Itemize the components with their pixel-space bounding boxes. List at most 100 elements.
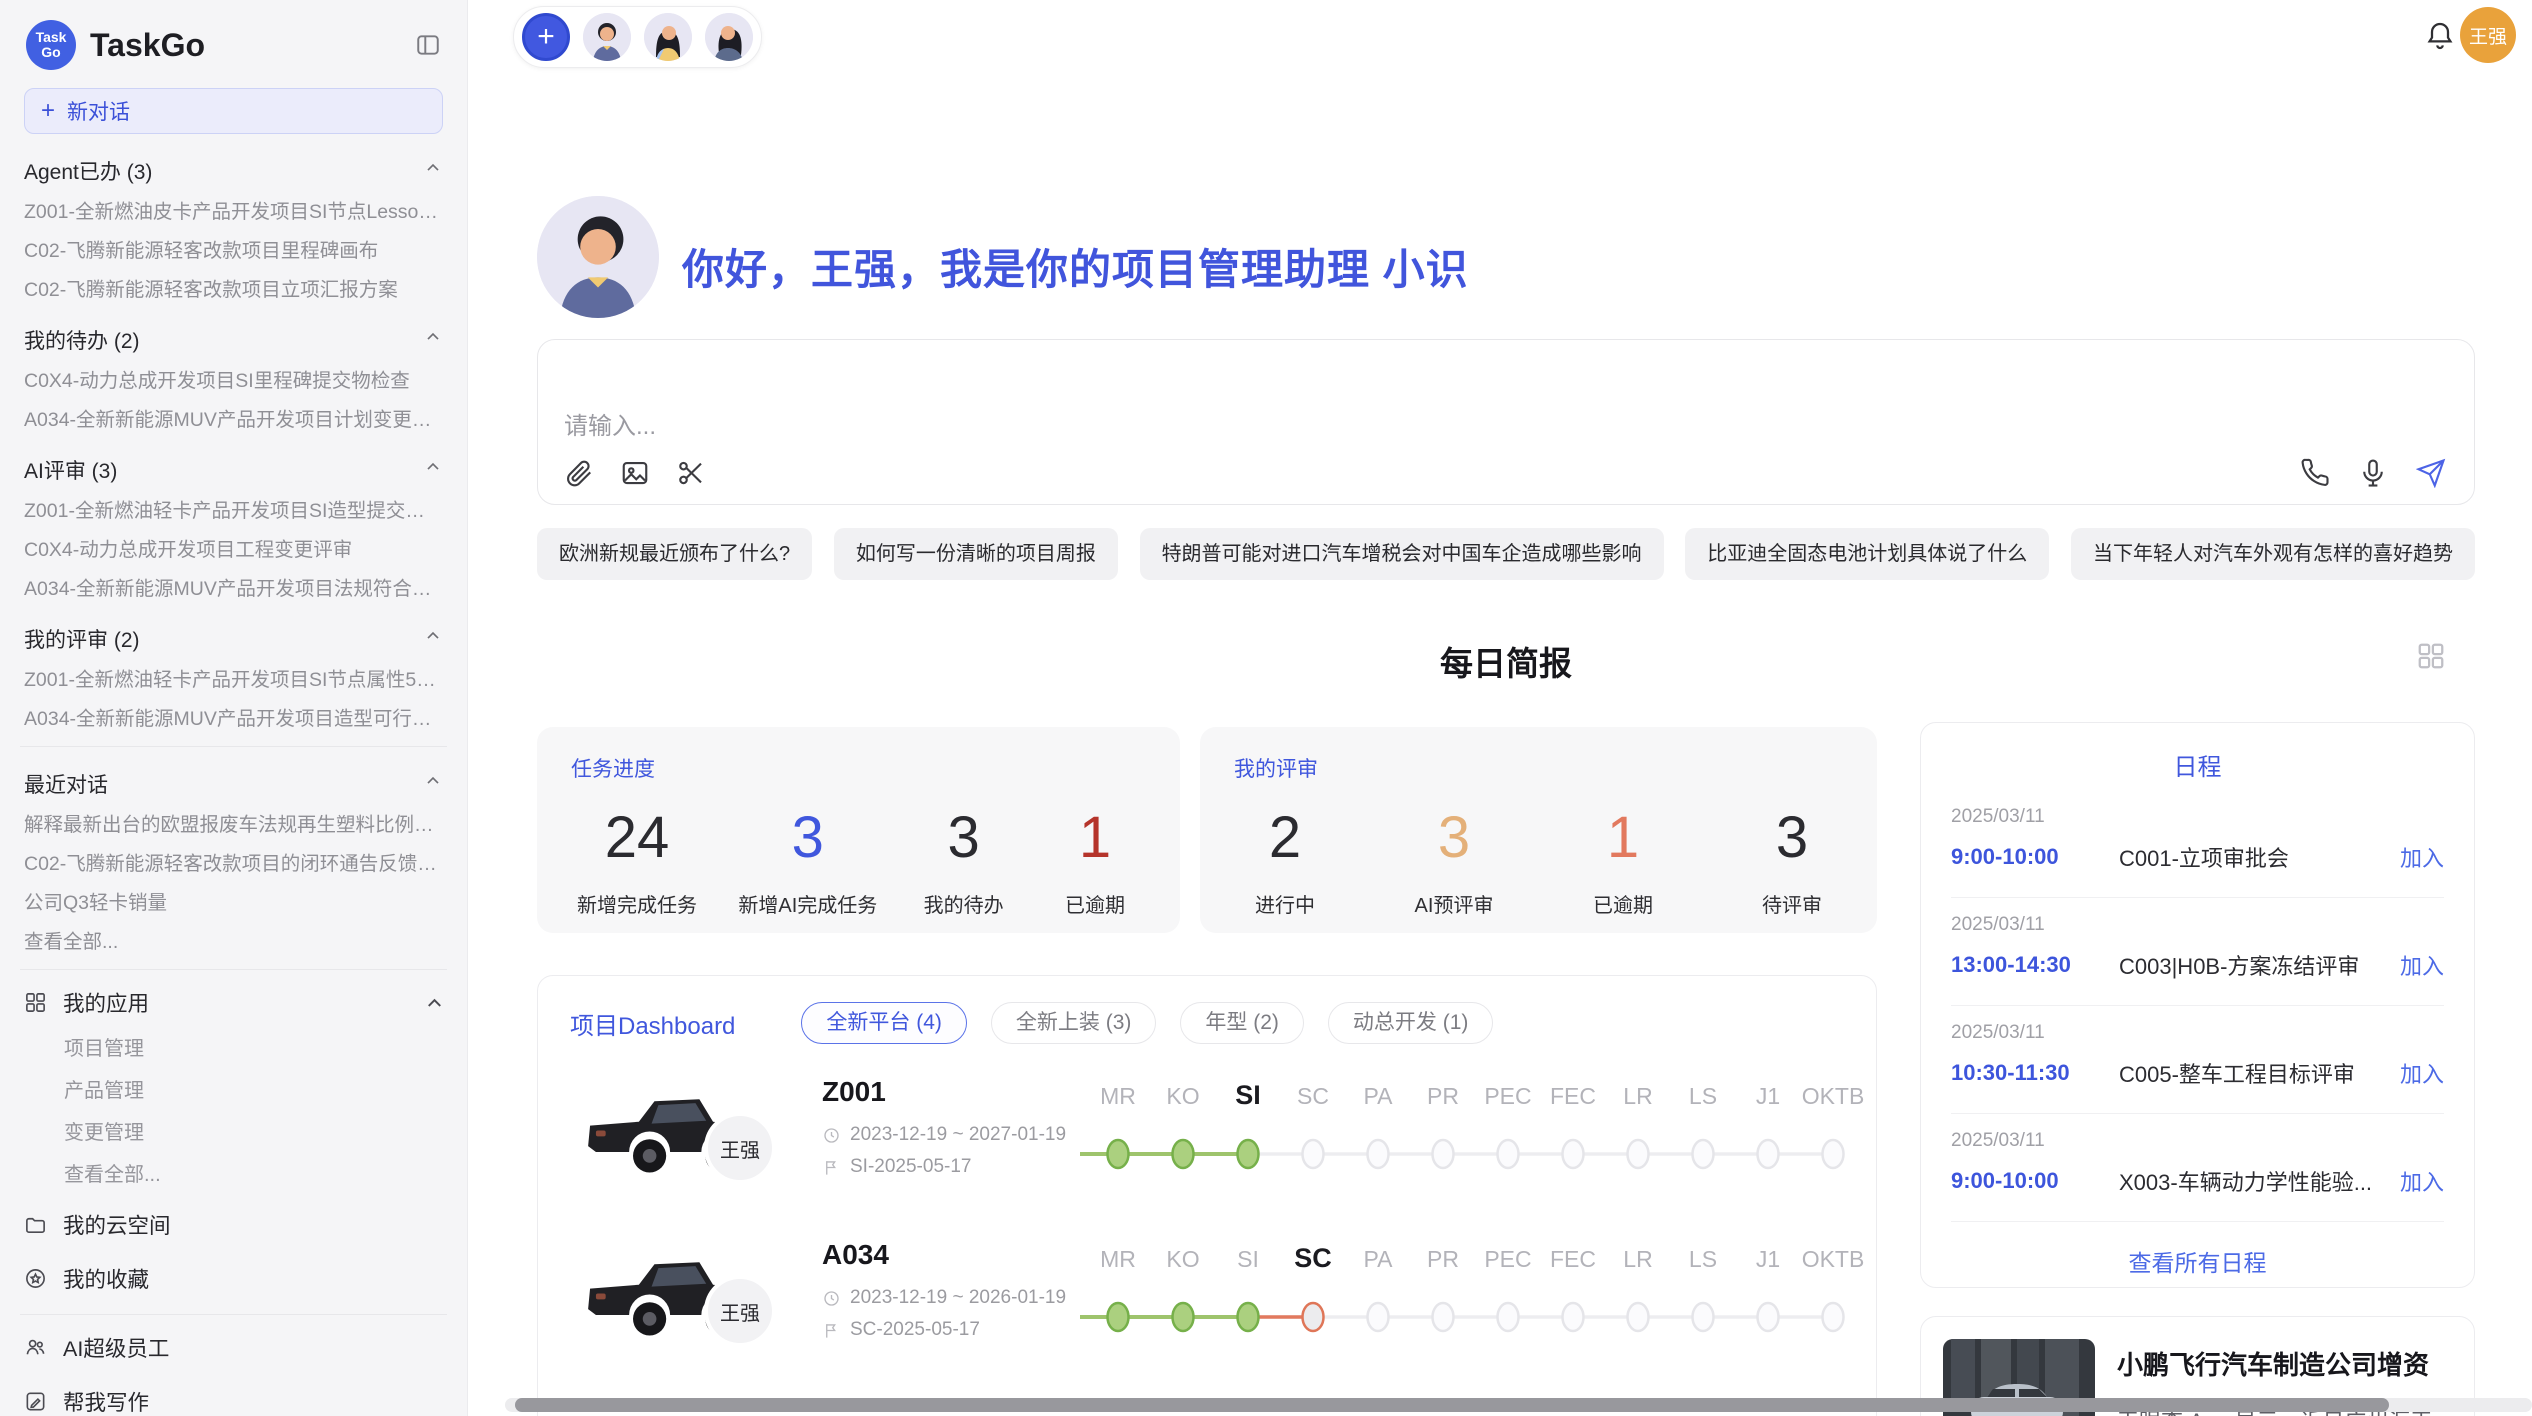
new-chat-button[interactable]: + 新对话 — [24, 88, 443, 134]
milestone-label: J1 — [1756, 1083, 1780, 1109]
paperclip-icon[interactable] — [564, 458, 594, 488]
stat-label: 已逾期 — [1578, 889, 1668, 918]
project-row[interactable]: 王强A0342023-12-19 ~ 2026-01-19SC-2025-05-… — [538, 1217, 1876, 1380]
sidebar-item[interactable]: Z001-全新燃油轻卡产品开发项目SI节点属性5D文件评审 — [24, 668, 443, 693]
task-progress-card: 任务进度24新增完成任务3新增AI完成任务3我的待办1已逾期 — [537, 727, 1180, 933]
dashboard-filter-pill[interactable]: 年型 (2) — [1180, 1002, 1304, 1044]
chevron-up-icon[interactable] — [423, 158, 443, 184]
sidebar-item[interactable]: C0X4-动力总成开发项目工程变更评审 — [24, 538, 443, 563]
milestone-label: SC — [1294, 1243, 1332, 1273]
suggestion-chip[interactable]: 特朗普可能对进口汽车增税会对中国车企造成哪些影响 — [1140, 528, 1664, 580]
sidebar-item[interactable]: C02-飞腾新能源轻客改款项目立项汇报方案 — [24, 278, 443, 303]
sidebar-section-title-text: 最近对话 — [24, 769, 423, 799]
horizontal-scrollbar-thumb[interactable] — [515, 1398, 2389, 1412]
chevron-up-icon[interactable] — [423, 626, 443, 652]
view-all-schedule-link[interactable]: 查看所有日程 — [1951, 1222, 2444, 1300]
sidebar-item[interactable]: C02-飞腾新能源轻客改款项目里程碑画布 — [24, 239, 443, 264]
sidebar-item-star-badge[interactable]: 我的收藏 — [24, 1256, 443, 1300]
agent-avatar-1[interactable] — [583, 13, 631, 61]
project-row[interactable]: 王强Z0012023-12-19 ~ 2027-01-19SI-2025-05-… — [538, 1054, 1876, 1217]
sidebar-divider — [20, 746, 447, 747]
schedule-card: 日程 2025/03/119:00-10:00C001-立项审批会加入 2025/… — [1920, 722, 2475, 1288]
apps-grid-icon — [24, 991, 47, 1014]
event-date: 2025/03/11 — [1951, 1130, 2444, 1152]
event-join-link[interactable]: 加入 — [2400, 949, 2444, 981]
dashboard-filter-pill[interactable]: 动总开发 (1) — [1328, 1002, 1494, 1044]
project-flag-milestone: SC-2025-05-17 — [822, 1319, 1076, 1341]
sidebar-app-item[interactable]: 项目管理 — [64, 1026, 443, 1066]
horizontal-scrollbar-track[interactable] — [505, 1398, 2532, 1412]
stat-value: 3 — [1747, 807, 1837, 869]
layout-grid-icon[interactable] — [2416, 641, 2446, 671]
sidebar-section-title[interactable]: 我的评审 (2) — [24, 624, 443, 654]
dashboard-filter-pill[interactable]: 全新上装 (3) — [991, 1002, 1157, 1044]
sidebar-item[interactable]: 解释最新出台的欧盟报废车法规再生塑料比例被调至15%... — [24, 813, 443, 838]
event-join-link[interactable]: 加入 — [2400, 1165, 2444, 1197]
schedule-event: 2025/03/119:00-10:00C001-立项审批会加入 — [1951, 790, 2444, 898]
add-agent-button[interactable]: + — [522, 13, 570, 61]
image-icon[interactable] — [620, 458, 650, 488]
chevron-up-icon[interactable] — [423, 771, 443, 797]
sidebar-item-my-apps[interactable]: 我的应用 — [24, 980, 443, 1024]
sidebar-item[interactable]: C02-飞腾新能源轻客改款项目的闭环通告反馈情况 — [24, 852, 443, 877]
sidebar-section-title-text: Agent已办 (3) — [24, 156, 423, 186]
scissors-icon[interactable] — [676, 458, 706, 488]
stat-value: 3 — [1409, 807, 1499, 869]
suggestion-chip[interactable]: 比亚迪全固态电池计划具体说了什么 — [1685, 528, 2049, 580]
sidebar-section-title[interactable]: AI评审 (3) — [24, 455, 443, 485]
milestone-label: LS — [1689, 1083, 1717, 1109]
milestone-node — [1628, 1303, 1649, 1331]
sidebar-item[interactable]: Z001-全新燃油轻卡产品开发项目SI造型提交物评审 — [24, 499, 443, 524]
sidebar-section-title[interactable]: Agent已办 (3) — [24, 156, 443, 186]
dashboard-filter-pill[interactable]: 全新平台 (4) — [801, 1002, 967, 1044]
app-logo: Task Go — [26, 20, 76, 70]
sidebar-item[interactable]: Z001-全新燃油皮卡产品开发项目SI节点Lesson Learn报告 — [24, 200, 443, 225]
suggestion-chip[interactable]: 当下年轻人对汽车外观有怎样的喜好趋势 — [2071, 528, 2475, 580]
sidebar-item[interactable]: C0X4-动力总成开发项目SI里程碑提交物检查 — [24, 369, 443, 394]
schedule-title: 日程 — [1951, 747, 2444, 782]
sidebar-app-item[interactable]: 查看全部... — [64, 1152, 443, 1192]
milestone-label: PEC — [1484, 1246, 1531, 1272]
chevron-up-icon[interactable] — [423, 457, 443, 483]
sidebar-app-item[interactable]: 产品管理 — [64, 1068, 443, 1108]
sidebar-link-label: 我的云空间 — [63, 1209, 171, 1240]
suggestion-chip[interactable]: 如何写一份清晰的项目周报 — [834, 528, 1118, 580]
phone-icon[interactable] — [2300, 458, 2330, 488]
star-badge-icon — [24, 1267, 47, 1290]
sidebar-item-ai-staff[interactable]: AI超级员工 — [24, 1325, 443, 1369]
sidebar-item[interactable]: A034-全新新能源MUV产品开发项目计划变更表编写 — [24, 408, 443, 433]
chevron-up-icon[interactable] — [423, 992, 443, 1012]
sidebar-section-title[interactable]: 最近对话 — [24, 769, 443, 799]
sidebar-item[interactable]: A034-全新新能源MUV产品开发项目法规符合性评审 — [24, 577, 443, 602]
sidebar-item[interactable]: A034-全新新能源MUV产品开发项目造型可行性评审 — [24, 707, 443, 732]
sidebar-section-title[interactable]: 我的待办 (2) — [24, 325, 443, 355]
sidebar-item[interactable]: 查看全部... — [24, 930, 443, 955]
sidebar-item-cloud-space[interactable]: 我的云空间 — [24, 1202, 443, 1246]
milestone-label: J1 — [1756, 1246, 1780, 1272]
sidebar-item[interactable]: 公司Q3轻卡销量 — [24, 891, 443, 916]
sidebar-divider — [20, 1314, 447, 1315]
chat-input[interactable]: 请输入... — [537, 339, 2475, 505]
notification-bell-icon[interactable] — [2424, 20, 2456, 52]
sidebar-item-writing[interactable]: 帮我写作 — [24, 1379, 443, 1416]
milestone-node — [1498, 1303, 1519, 1331]
daily-briefing-title: 每日简报 — [537, 637, 2475, 685]
suggestion-chips: 欧洲新规最近颁布了什么? 如何写一份清晰的项目周报特朗普可能对进口汽车增税会对中国… — [537, 528, 2475, 580]
collapse-sidebar-icon[interactable] — [415, 32, 441, 58]
chevron-up-icon[interactable] — [423, 327, 443, 353]
stat-value: 1 — [1578, 807, 1668, 869]
milestone-node — [1303, 1303, 1324, 1331]
stat-value: 24 — [577, 807, 697, 869]
agent-avatar-3[interactable] — [705, 13, 753, 61]
project-info: A0342023-12-19 ~ 2026-01-19SC-2025-05-17 — [786, 1233, 1076, 1341]
user-avatar[interactable]: 王强 — [2460, 7, 2516, 63]
send-icon[interactable] — [2416, 458, 2446, 488]
event-join-link[interactable]: 加入 — [2400, 1057, 2444, 1089]
stat-value: 1 — [1050, 807, 1140, 869]
suggestion-chip[interactable]: 欧洲新规最近颁布了什么? — [537, 528, 812, 580]
sidebar-app-item[interactable]: 变更管理 — [64, 1110, 443, 1150]
microphone-icon[interactable] — [2358, 458, 2388, 488]
event-join-link[interactable]: 加入 — [2400, 841, 2444, 873]
agent-avatar-2[interactable] — [644, 13, 692, 61]
stat-label: AI预评审 — [1409, 889, 1499, 918]
